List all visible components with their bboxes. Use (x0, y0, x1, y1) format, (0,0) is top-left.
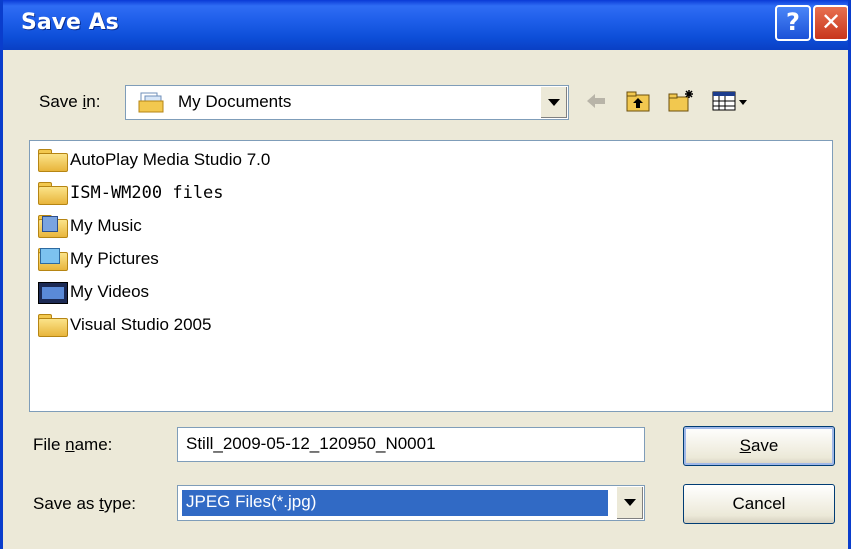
new-folder-icon[interactable] (667, 88, 693, 114)
folder-icon (36, 181, 68, 205)
save-as-type-label: Save as type: (33, 494, 136, 514)
dialog-title: Save As (21, 10, 119, 35)
save-as-type-dropdown[interactable]: JPEG Files(*.jpg) (177, 485, 645, 521)
list-item[interactable]: My Videos (36, 277, 149, 307)
music-folder-icon (36, 214, 68, 238)
save-in-label-pre: Save (39, 92, 83, 111)
chevron-down-icon[interactable] (540, 87, 567, 118)
file-name-label-post: ame: (74, 435, 113, 454)
list-item[interactable]: AutoPlay Media Studio 7.0 (36, 145, 270, 175)
save-type-label-pre: Save as (33, 494, 100, 513)
chevron-down-icon[interactable] (616, 487, 643, 519)
list-item-label: ISM-WM200 files (70, 183, 224, 203)
help-button[interactable]: ? (775, 5, 811, 41)
folder-icon (36, 148, 68, 172)
save-as-dialog: Save As ? ✕ Save in: My Documents AutoPl… (0, 0, 851, 549)
list-item-label: My Videos (70, 282, 150, 301)
videos-folder-icon (36, 280, 68, 304)
save-button[interactable]: Save (683, 426, 835, 466)
up-one-level-icon[interactable] (625, 88, 651, 114)
close-icon: ✕ (820, 8, 842, 36)
save-in-dropdown[interactable]: My Documents (125, 85, 569, 120)
list-item[interactable]: My Music (36, 211, 142, 241)
documents-folder-icon (138, 91, 164, 113)
title-bar[interactable]: Save As ? ✕ (3, 0, 848, 50)
file-name-input[interactable]: Still_2009-05-12_120950_N0001 (177, 427, 645, 462)
list-item[interactable]: ISM-WM200 files (36, 178, 224, 208)
pictures-folder-icon (36, 247, 68, 271)
save-in-label-post: n: (86, 92, 101, 111)
list-item[interactable]: Visual Studio 2005 (36, 310, 211, 340)
list-item-label: Visual Studio 2005 (70, 315, 212, 334)
save-as-type-value: JPEG Files(*.jpg) (182, 490, 608, 516)
save-in-label: Save in: (39, 92, 100, 112)
save-type-label-post: ype: (103, 494, 137, 513)
list-item-label: My Pictures (70, 249, 159, 268)
close-button[interactable]: ✕ (813, 5, 848, 41)
back-arrow-icon[interactable] (583, 88, 609, 114)
view-menu-icon[interactable] (711, 88, 751, 114)
file-name-label-pre: File (33, 435, 66, 454)
list-item[interactable]: My Pictures (36, 244, 159, 274)
save-button-label: ave (750, 436, 779, 455)
list-item-label: AutoPlay Media Studio 7.0 (70, 150, 271, 169)
cancel-button[interactable]: Cancel (683, 484, 835, 524)
save-in-value: My Documents (178, 92, 292, 111)
file-list[interactable]: AutoPlay Media Studio 7.0 ISM-WM200 file… (29, 140, 833, 412)
list-item-label: My Music (70, 216, 142, 235)
file-name-label-accel: n (65, 435, 75, 454)
file-name-label: File name: (33, 435, 112, 455)
folder-icon (36, 313, 68, 337)
help-icon: ? (786, 8, 800, 36)
save-button-accel: S (739, 436, 751, 455)
